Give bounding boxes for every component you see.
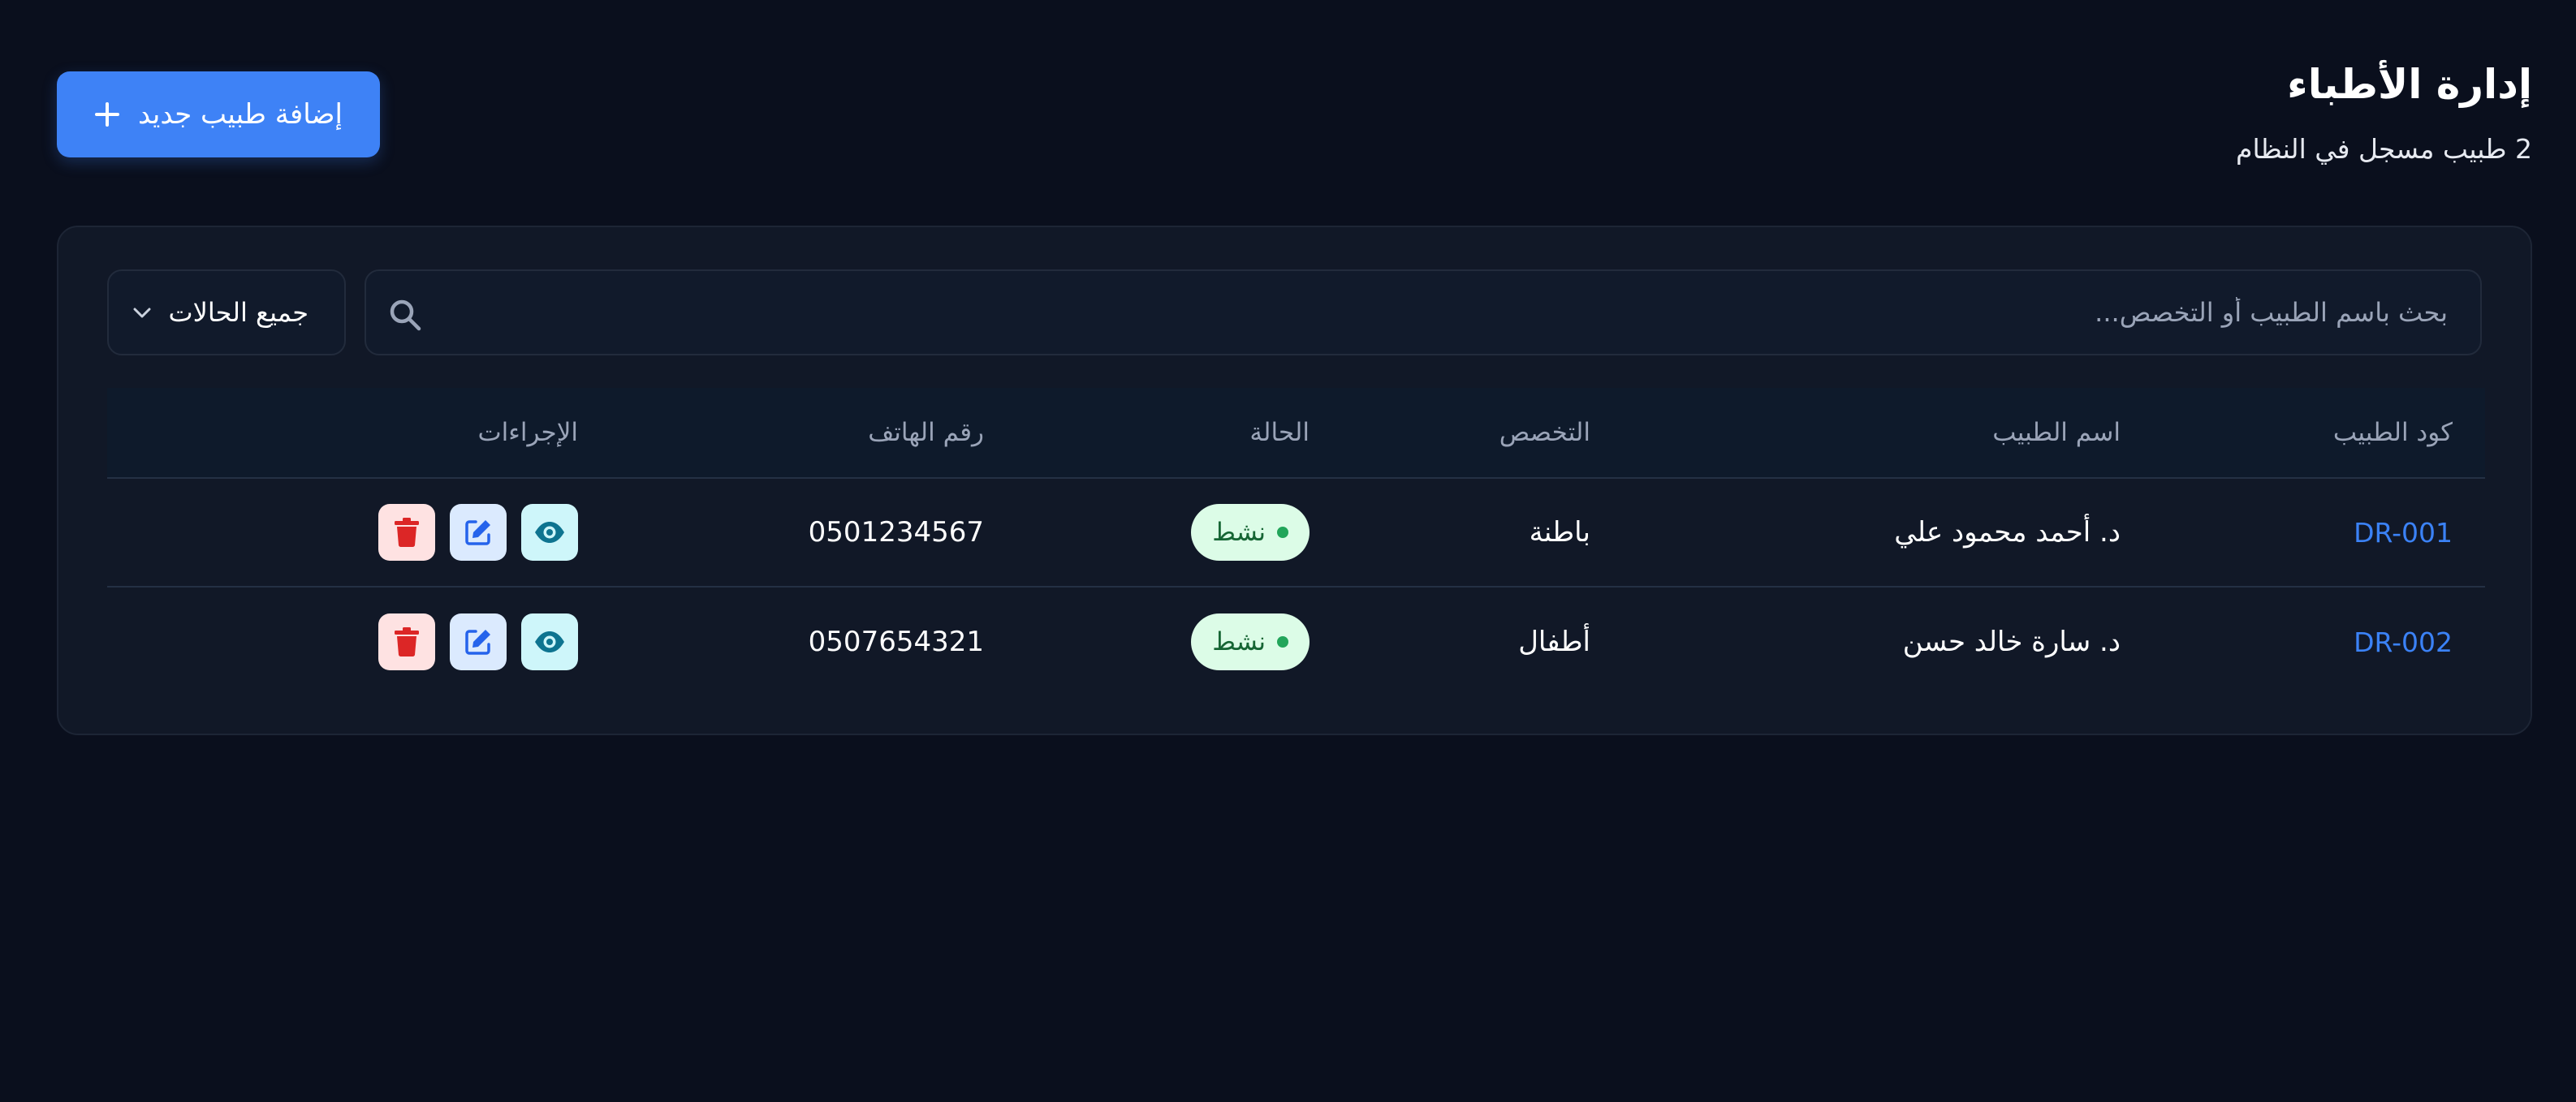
search-icon — [390, 299, 421, 331]
eye-icon — [535, 522, 564, 543]
page-title: إدارة الأطباء — [2287, 61, 2532, 108]
plus-icon — [94, 101, 120, 127]
delete-button[interactable] — [378, 504, 435, 561]
doctors-table: كود الطبيب اسم الطبيب التخصص الحالة رقم … — [107, 388, 2485, 696]
column-header-status: الحالة — [1249, 418, 1310, 447]
view-button[interactable] — [521, 613, 578, 670]
add-doctor-button-label: إضافة طبيب جديد — [138, 98, 343, 131]
status-filter-value: جميع الحالات — [168, 297, 309, 328]
edit-button[interactable] — [450, 504, 507, 561]
table-header-row: كود الطبيب اسم الطبيب التخصص الحالة رقم … — [107, 388, 2485, 479]
status-badge: نشط — [1191, 613, 1310, 670]
doctor-phone: 0501234567 — [808, 516, 984, 549]
search-input[interactable] — [501, 271, 2449, 354]
status-label: نشط — [1212, 627, 1266, 656]
doctor-phone: 0507654321 — [808, 626, 984, 658]
status-dot-icon — [1277, 527, 1288, 538]
status-cell: نشط — [1191, 479, 1310, 586]
actions-cell — [378, 588, 578, 696]
status-filter-select[interactable]: جميع الحالات — [107, 269, 346, 355]
search-box[interactable] — [365, 269, 2482, 355]
edit-icon — [465, 520, 490, 545]
column-header-specialty: التخصص — [1499, 418, 1590, 447]
actions-cell — [378, 479, 578, 586]
column-header-name: اسم الطبيب — [1992, 418, 2121, 447]
row-actions — [378, 504, 578, 561]
doctor-code-link[interactable]: DR-001 — [2354, 479, 2453, 586]
column-header-code: كود الطبيب — [2332, 418, 2453, 447]
eye-icon — [535, 631, 564, 652]
status-badge: نشط — [1191, 504, 1310, 561]
table-row: DR-002 د. سارة خالد حسن أطفال نشط 050765… — [107, 588, 2485, 696]
row-actions — [378, 613, 578, 670]
view-button[interactable] — [521, 504, 578, 561]
doctors-management-page: إدارة الأطباء 2 طبيب مسجل في النظام إضاف… — [0, 0, 2576, 1102]
trash-icon — [395, 627, 419, 657]
edit-icon — [465, 630, 490, 655]
doctor-code-link[interactable]: DR-002 — [2354, 588, 2453, 696]
page-subtitle: 2 طبيب مسجل في النظام — [2236, 133, 2532, 165]
doctors-card: جميع الحالات كود الطبيب اسم الطبيب التخص… — [57, 226, 2532, 735]
delete-button[interactable] — [378, 613, 435, 670]
status-cell: نشط — [1191, 588, 1310, 696]
column-header-actions: الإجراءات — [477, 418, 578, 447]
doctor-name: د. سارة خالد حسن — [1902, 626, 2121, 658]
status-dot-icon — [1277, 636, 1288, 648]
doctor-specialty: باطنة — [1529, 516, 1590, 549]
trash-icon — [395, 518, 419, 548]
status-label: نشط — [1212, 518, 1266, 547]
column-header-phone: رقم الهاتف — [868, 418, 984, 447]
edit-button[interactable] — [450, 613, 507, 670]
add-doctor-button[interactable]: إضافة طبيب جديد — [57, 71, 380, 157]
table-row: DR-001 د. أحمد محمود علي باطنة نشط 05012… — [107, 479, 2485, 588]
doctor-name: د. أحمد محمود علي — [1894, 516, 2121, 549]
doctor-specialty: أطفال — [1518, 626, 1590, 658]
chevron-down-icon — [133, 308, 151, 318]
